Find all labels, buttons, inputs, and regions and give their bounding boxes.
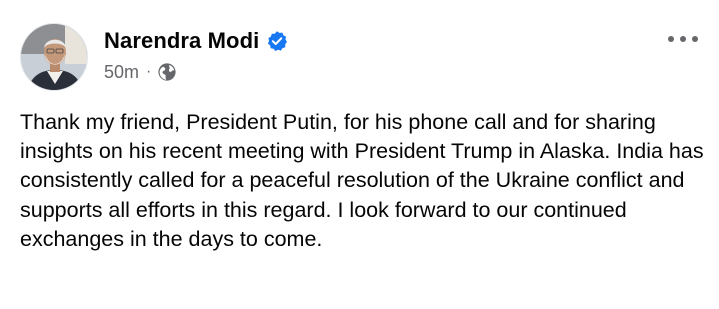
verified-badge-icon	[266, 30, 288, 52]
post-meta: 50m ·	[104, 59, 177, 85]
profile-photo	[21, 24, 87, 90]
more-options-button[interactable]	[661, 25, 705, 53]
post-card: Narendra Modi 50m · Thank my friend, Pre…	[0, 0, 719, 309]
meta-separator: ·	[146, 63, 152, 80]
post-timestamp[interactable]: 50m	[104, 62, 139, 83]
globe-icon[interactable]	[157, 62, 177, 82]
post-body-text: Thank my friend, President Putin, for hi…	[20, 110, 704, 251]
more-horizontal-icon	[668, 36, 698, 42]
author-avatar[interactable]	[20, 23, 88, 91]
author-name[interactable]: Narendra Modi	[104, 28, 259, 54]
author-row: Narendra Modi	[104, 26, 288, 56]
